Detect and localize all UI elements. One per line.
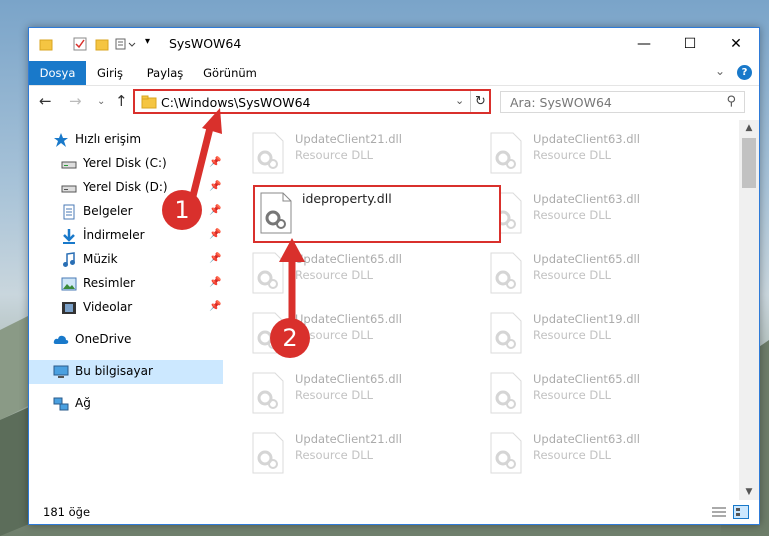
callout-2: 2 [270,318,310,358]
annotation-arrows [188,108,305,324]
callout-1: 1 [162,190,202,230]
